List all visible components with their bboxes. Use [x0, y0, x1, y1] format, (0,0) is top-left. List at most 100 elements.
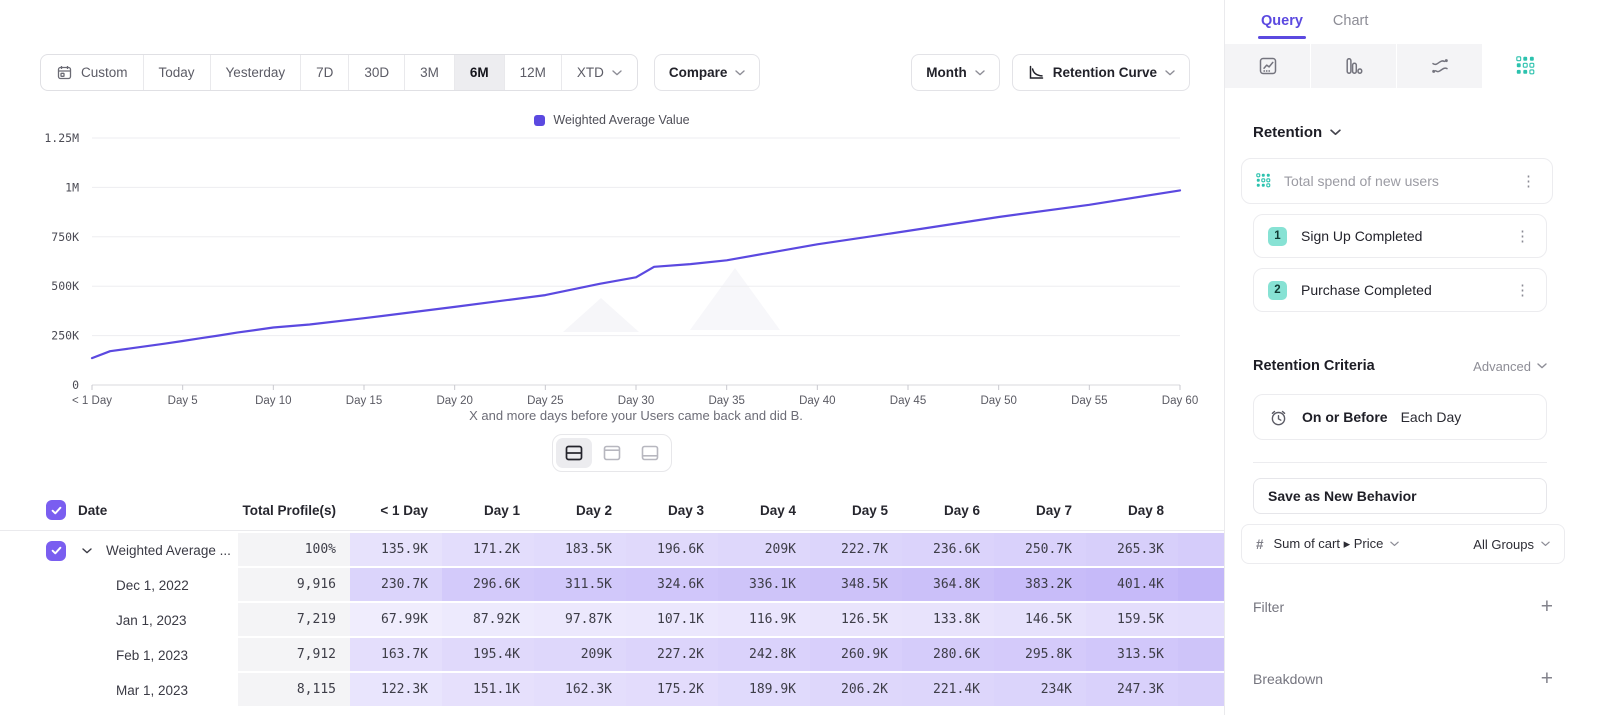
retention-value-cell[interactable]: 260.9K [810, 638, 902, 673]
retention-value-cell[interactable]: 196.6K [626, 533, 718, 568]
retention-value-cell[interactable]: 163.7K [350, 638, 442, 673]
granularity-label: Month [926, 65, 966, 80]
all-groups-dropdown[interactable]: All Groups [1473, 537, 1550, 552]
column-header: Day 5 [810, 490, 902, 530]
tab-query[interactable]: Query [1261, 13, 1303, 29]
chart-type-button[interactable]: Retention Curve [1012, 54, 1190, 91]
compare-button[interactable]: Compare [654, 54, 761, 91]
view-toggle-pane-bottom[interactable] [632, 438, 668, 468]
retention-value-cell[interactable]: 133.8K [902, 603, 994, 638]
retention-value-cell[interactable]: 135.9K [350, 533, 442, 568]
measurement-tab-funnels[interactable] [1311, 44, 1397, 88]
tab-chart-label: Chart [1333, 13, 1368, 29]
behavior-step-card[interactable]: 1Sign Up Completed⋮ [1253, 214, 1547, 258]
date-range-yesterday[interactable]: Yesterday [210, 55, 301, 90]
retention-value-cell[interactable]: 209K [718, 533, 810, 568]
checkbox-checked[interactable] [46, 500, 66, 520]
add-filter-button[interactable]: + [1541, 596, 1553, 617]
retention-value-cell[interactable]: 348.5K [810, 568, 902, 603]
add-breakdown-button[interactable]: + [1541, 668, 1553, 689]
retention-value-cell[interactable]: 295.8K [994, 638, 1086, 673]
retention-value-cell[interactable]: 221.4K [902, 673, 994, 708]
retention-value-cell[interactable]: 242.8K [718, 638, 810, 673]
measurement-tab-retention[interactable] [1483, 44, 1569, 88]
date-range-3m[interactable]: 3M [404, 55, 454, 90]
retention-value-cell[interactable]: 146.5K [994, 603, 1086, 638]
retention-value-cell[interactable]: 336.1K [718, 568, 810, 603]
retention-value-cell[interactable]: 247.3K [1086, 673, 1178, 708]
chevron-down-icon [1541, 541, 1550, 547]
total-profiles-cell: 9,916 [238, 568, 350, 603]
advanced-dropdown[interactable]: Advanced [1473, 359, 1547, 374]
kebab-menu-icon[interactable]: ⋮ [1519, 172, 1538, 190]
retention-value-cell[interactable]: 151.1K [442, 673, 534, 708]
property-dropdown[interactable]: Sum of cart ▸ Price [1274, 536, 1400, 552]
retention-value-cell[interactable]: 183.5K [534, 533, 626, 568]
retention-value-cell[interactable]: 175.2K [626, 673, 718, 708]
retention-value-cell[interactable]: 250.7K [994, 533, 1086, 568]
retention-value-cell[interactable]: 265.3K [1086, 533, 1178, 568]
retention-dropdown[interactable]: Retention [1253, 124, 1341, 141]
retention-value-cell[interactable]: 87.92K [442, 603, 534, 638]
granularity-button[interactable]: Month [911, 54, 999, 91]
retention-value-cell[interactable]: 122.3K [350, 673, 442, 708]
retention-value-cell[interactable]: 107.1K [626, 603, 718, 638]
date-range-12m[interactable]: 12M [504, 55, 561, 90]
kebab-menu-icon[interactable]: ⋮ [1513, 281, 1532, 299]
pane-top-icon [603, 445, 621, 461]
retention-value-cell[interactable]: 195.4K [442, 638, 534, 673]
retention-value-cell[interactable]: 206.2K [810, 673, 902, 708]
retention-value-cell[interactable]: 222.7K [810, 533, 902, 568]
retention-value-cell[interactable]: 230.7K [350, 568, 442, 603]
retention-value-cell[interactable]: 313.5K [1086, 638, 1178, 673]
retention-value-cell[interactable]: 324.6K [626, 568, 718, 603]
retention-value-cell[interactable]: 189.9K [718, 673, 810, 708]
save-as-new-behavior-button[interactable]: Save as New Behavior [1253, 478, 1547, 514]
date-range-xtd[interactable]: XTD [561, 55, 637, 90]
retention-value-cell[interactable]: 296.6K [442, 568, 534, 603]
retention-value-cell[interactable]: 162.3K [534, 673, 626, 708]
behavior-card[interactable]: Total spend of new users ⋮ [1241, 158, 1553, 204]
compare-label: Compare [669, 65, 728, 80]
measurement-tab-insights[interactable] [1225, 44, 1311, 88]
column-header: Day 4 [718, 490, 810, 530]
retention-value-cell[interactable]: 311.5K [534, 568, 626, 603]
measurement-tab-flows[interactable] [1397, 44, 1483, 88]
retention-value-cell[interactable]: 97.87K [534, 603, 626, 638]
x-axis-tick-label: Day 55 [1071, 395, 1107, 407]
retention-value-cell[interactable]: 236.6K [902, 533, 994, 568]
tab-chart[interactable]: Chart [1333, 13, 1368, 29]
date-range-custom[interactable]: Custom [41, 55, 143, 90]
retention-value-cell[interactable]: 227.2K [626, 638, 718, 673]
criteria-condition: On or Before [1302, 409, 1388, 425]
date-range-30d[interactable]: 30D [348, 55, 404, 90]
retention-value-cell[interactable]: 159.5K [1086, 603, 1178, 638]
retention-value-cell[interactable]: 234K [994, 673, 1086, 708]
date-range-today[interactable]: Today [143, 55, 210, 90]
behavior-step-card[interactable]: 2Purchase Completed⋮ [1253, 268, 1547, 312]
date-range-label: Yesterday [226, 65, 286, 80]
retention-value-cell[interactable]: 364.8K [902, 568, 994, 603]
view-toggle-split-chart-table[interactable] [556, 438, 592, 468]
view-toggle-pane-top[interactable] [594, 438, 630, 468]
expand-chevron-icon[interactable] [82, 548, 92, 554]
behavior-title: Total spend of new users [1284, 173, 1507, 189]
retention-value-cell[interactable]: 401.4K [1086, 568, 1178, 603]
retention-value-cell[interactable]: 171.2K [442, 533, 534, 568]
date-range-7d[interactable]: 7D [300, 55, 348, 90]
kebab-menu-icon[interactable]: ⋮ [1513, 227, 1532, 245]
retention-value-cell[interactable]: 280.6K [902, 638, 994, 673]
retention-heading-label: Retention [1253, 124, 1322, 141]
x-axis-tick-label: Day 30 [618, 395, 654, 407]
total-profiles-cell: 100% [238, 533, 350, 568]
retention-curve-line[interactable] [92, 190, 1180, 358]
date-range-6m[interactable]: 6M [454, 55, 504, 90]
checkbox-checked[interactable] [46, 541, 66, 561]
retention-value-cell[interactable]: 126.5K [810, 603, 902, 638]
retention-value-cell[interactable]: 209K [534, 638, 626, 673]
column-header: Day 6 [902, 490, 994, 530]
retention-criteria-card[interactable]: On or Before Each Day [1253, 394, 1547, 440]
retention-value-cell[interactable]: 116.9K [718, 603, 810, 638]
retention-value-cell[interactable]: 383.2K [994, 568, 1086, 603]
retention-value-cell[interactable]: 67.99K [350, 603, 442, 638]
